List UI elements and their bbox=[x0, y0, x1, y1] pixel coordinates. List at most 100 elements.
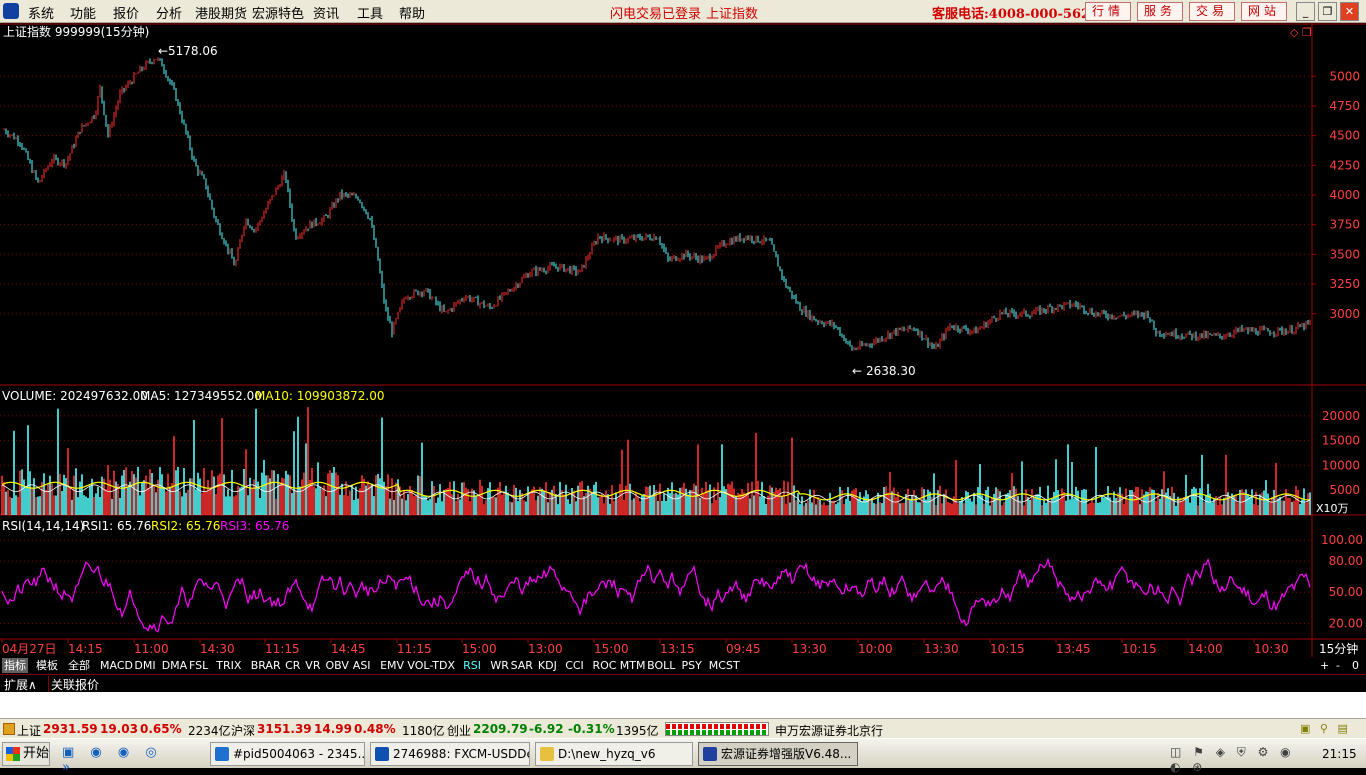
close-icon[interactable]: ✕ bbox=[1340, 2, 1359, 21]
stock-chart[interactable]: 5000 4750 4500 4250 4000 3750 3500 3250 3000 2000… bbox=[0, 23, 1366, 659]
indicator-tab-kdj[interactable]: KDJ bbox=[536, 658, 559, 673]
menu-function[interactable]: 功能 bbox=[70, 3, 96, 22]
status-right-icons: ▣ ⚲ ▤ ⊕ bbox=[1300, 722, 1351, 748]
indicator-tab-trix[interactable]: TRIX bbox=[214, 658, 243, 673]
start-button[interactable]: 开始 bbox=[2, 742, 50, 766]
minimize-icon[interactable]: _ bbox=[1296, 2, 1315, 21]
sh-name[interactable]: 上证 bbox=[17, 722, 41, 739]
time-label: 13:30 bbox=[924, 642, 959, 656]
indicator-tab-macd[interactable]: MACD bbox=[98, 658, 135, 673]
volume-tick: 5000 bbox=[1329, 483, 1360, 497]
indicator-tab-obv[interactable]: OBV bbox=[324, 658, 351, 673]
task-fxcm-label: 2746988: FXCM-USDDe... bbox=[393, 747, 529, 761]
cy-name[interactable]: 创业 bbox=[447, 722, 471, 739]
menu-system[interactable]: 系统 bbox=[28, 3, 54, 22]
indicator-tab-roc[interactable]: ROC bbox=[591, 658, 619, 673]
high-price-label: 5178.06 bbox=[168, 44, 218, 58]
time-label: 13:15 bbox=[660, 642, 695, 656]
price-tick: 3000 bbox=[1329, 307, 1360, 321]
menu-hk-futures[interactable]: 港股期货 bbox=[195, 3, 247, 22]
tray-icons[interactable]: ◫ ⚑ ◈ ⛨ ⚙ ◉ ◐ ⊛ bbox=[1170, 745, 1315, 774]
indicator-tab-mtm[interactable]: MTM bbox=[618, 658, 648, 673]
time-label: 04月27日 bbox=[2, 642, 57, 656]
expand-tab[interactable]: 扩展∧ bbox=[4, 676, 37, 693]
app-logo-icon bbox=[3, 3, 19, 19]
indicator-tab-全部[interactable]: 全部 bbox=[66, 658, 92, 673]
indicator-tab-sar[interactable]: SAR bbox=[509, 658, 535, 673]
indicator-tab-vr[interactable]: VR bbox=[303, 658, 322, 673]
period-label[interactable]: 15分钟 bbox=[1319, 641, 1358, 656]
hs-amount: 1180亿 bbox=[402, 724, 445, 738]
indicator-tab-asi[interactable]: ASI bbox=[351, 658, 373, 673]
indicator-tab-wr[interactable]: WR bbox=[488, 658, 511, 673]
time-label: 15:00 bbox=[462, 642, 497, 656]
volume-tick: 10000 bbox=[1322, 458, 1360, 472]
indicator-tab-cr[interactable]: CR bbox=[283, 658, 302, 673]
sh-pct: 0.65% bbox=[140, 722, 182, 736]
task-hongyuan[interactable]: 宏源证券增强版V6.48... bbox=[698, 742, 858, 766]
price-tick: 4500 bbox=[1329, 129, 1360, 143]
volume-tick: 20000 bbox=[1322, 409, 1360, 423]
indicator-tab-mcst[interactable]: MCST bbox=[707, 658, 742, 673]
tab-control-plus[interactable]: + bbox=[1318, 658, 1331, 673]
task-folder-label: D:\new_hyzq_v6 bbox=[558, 747, 656, 761]
menu-hongyuan[interactable]: 宏源特色 bbox=[252, 3, 304, 22]
clock[interactable]: 21:15 bbox=[1322, 747, 1357, 761]
restore-icon[interactable]: ❐ bbox=[1318, 2, 1337, 21]
menu-news[interactable]: 资讯 bbox=[313, 3, 339, 22]
price-tick: 3500 bbox=[1329, 247, 1360, 261]
task-browser[interactable]: #pid5004063 - 2345... bbox=[210, 742, 365, 766]
hs-name[interactable]: 沪深 bbox=[231, 722, 255, 739]
service-hotline: 客服电话:4008-000-562 bbox=[932, 7, 1091, 22]
cy-amount: 1395亿 bbox=[616, 724, 659, 738]
trade-login-status: 闪电交易已登录 bbox=[610, 7, 702, 22]
time-label: 13:45 bbox=[1056, 642, 1091, 656]
rsi-tick: 100.00 bbox=[1321, 533, 1363, 547]
service-button[interactable]: 服务 bbox=[1137, 2, 1183, 21]
tab-control-zero[interactable]: 0 bbox=[1350, 658, 1361, 673]
price-tick: 4250 bbox=[1329, 158, 1360, 172]
rsi-label: RSI(14,14,14) bbox=[2, 519, 84, 533]
task-folder[interactable]: D:\new_hyzq_v6 bbox=[535, 742, 693, 766]
chart-expand-icon[interactable]: ◇ ❐ bbox=[1290, 26, 1312, 39]
quick-launch-icons[interactable]: ▣ ◉ ◉ ◎ » bbox=[62, 745, 182, 775]
tab-control-minus[interactable]: - bbox=[1334, 658, 1342, 673]
indicator-tab-boll[interactable]: BOLL bbox=[645, 658, 677, 673]
indicator-tab-dmi[interactable]: DMI bbox=[132, 658, 157, 673]
volume-label: VOLUME: 202497632.00 bbox=[2, 389, 148, 403]
menu-help[interactable]: 帮助 bbox=[399, 3, 425, 22]
price-tick: 4750 bbox=[1329, 99, 1360, 113]
time-label: 14:15 bbox=[68, 642, 103, 656]
rsi-tick: 80.00 bbox=[1329, 554, 1363, 568]
volume-tick: 15000 bbox=[1322, 434, 1360, 448]
indicator-tab-指标[interactable]: 指标 bbox=[2, 658, 28, 673]
quote-button[interactable]: 行情 bbox=[1085, 2, 1131, 21]
cy-change: -6.92 bbox=[529, 722, 564, 736]
rsi3-value: RSI3: 65.76 bbox=[220, 519, 289, 533]
trade-button[interactable]: 交易 bbox=[1189, 2, 1235, 21]
high-arrow-icon: ← bbox=[158, 44, 168, 58]
price-tick: 3250 bbox=[1329, 277, 1360, 291]
indicator-tab-rsi[interactable]: RSI bbox=[461, 658, 483, 673]
indicator-tab-brar[interactable]: BRAR bbox=[249, 658, 283, 673]
sh-value: 2931.59 bbox=[43, 722, 98, 736]
time-label: 13:30 bbox=[792, 642, 827, 656]
indicator-tab-emv[interactable]: EMV bbox=[378, 658, 406, 673]
time-label: 09:45 bbox=[726, 642, 761, 656]
menu-analysis[interactable]: 分析 bbox=[156, 3, 182, 22]
indicator-tab-dma[interactable]: DMA bbox=[160, 658, 190, 673]
chart-header: 上证指数 999999(15分钟) bbox=[3, 24, 149, 39]
menu-tools[interactable]: 工具 bbox=[357, 3, 383, 22]
website-button[interactable]: 网站 bbox=[1241, 2, 1287, 21]
sub-tabs: 扩展∧ 关联报价 bbox=[0, 674, 1366, 693]
task-fxcm[interactable]: 2746988: FXCM-USDDe... bbox=[370, 742, 530, 766]
indicator-tab-模板[interactable]: 模板 bbox=[34, 658, 60, 673]
time-label: 10:15 bbox=[1122, 642, 1157, 656]
indicator-tab-psy[interactable]: PSY bbox=[680, 658, 704, 673]
indicator-tab-fsl[interactable]: FSL bbox=[187, 658, 210, 673]
indicator-tab-cci[interactable]: CCI bbox=[563, 658, 586, 673]
indicator-tab-vol-tdx[interactable]: VOL-TDX bbox=[405, 658, 457, 673]
menu-quote[interactable]: 报价 bbox=[113, 3, 139, 22]
time-label: 13:00 bbox=[528, 642, 563, 656]
related-quote-tab[interactable]: 关联报价 bbox=[48, 676, 99, 693]
